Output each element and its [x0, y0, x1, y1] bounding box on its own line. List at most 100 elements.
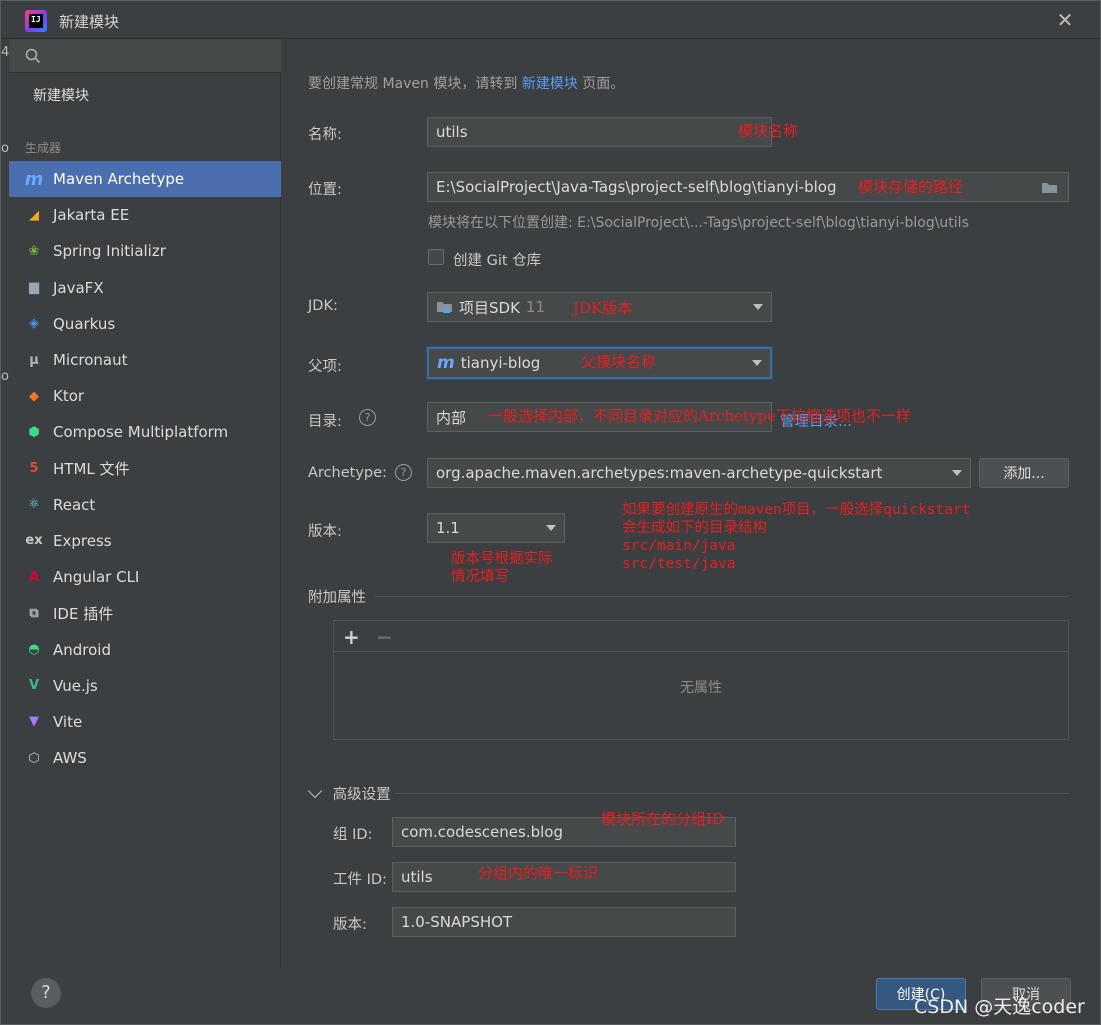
- intellij-logo-icon: IJ: [25, 10, 47, 32]
- sidebar-item[interactable]: V Vue.js: [9, 668, 281, 704]
- sidebar-item[interactable]: A Angular CLI: [9, 559, 281, 595]
- html5-icon: 5: [29, 461, 39, 477]
- sidebar-item-label: JavaFX: [53, 278, 104, 297]
- sidebar-item-label: Quarkus: [53, 314, 116, 333]
- sidebar-item[interactable]: μ Micronaut: [9, 342, 281, 378]
- folder-open-icon[interactable]: [1041, 181, 1059, 195]
- jdk-label: JDK:: [308, 298, 338, 314]
- new-module-item[interactable]: 新建模块: [33, 85, 89, 105]
- new-module-link[interactable]: 新建模块: [522, 76, 578, 92]
- chevron-down-icon: [546, 525, 556, 531]
- sidebar-item-label: Express: [53, 531, 112, 550]
- sidebar-item[interactable]: ▼ Vite: [9, 704, 281, 740]
- folder-icon: [437, 302, 452, 313]
- watermark: CSDN @天逸coder: [914, 996, 1085, 1018]
- sidebar-item[interactable]: 5 HTML 文件: [9, 451, 281, 487]
- artifact-id-value: utils: [401, 868, 433, 886]
- chevron-down-icon: [307, 783, 323, 799]
- sidebar-item-label: Maven Archetype: [53, 170, 185, 189]
- location-value: E:\SocialProject\Java-Tags\project-self\…: [436, 178, 837, 196]
- window-title: 新建模块: [59, 13, 120, 31]
- add-archetype-button[interactable]: 添加...: [979, 458, 1069, 488]
- sidebar-item[interactable]: ◆ Ktor: [9, 378, 281, 414]
- parent-value: tianyi-blog: [460, 354, 541, 372]
- sidebar-item-label: Android: [53, 640, 111, 659]
- angular-icon: A: [28, 569, 40, 585]
- sidebar-item-label: HTML 文件: [53, 460, 130, 479]
- name-field[interactable]: utils: [427, 117, 772, 147]
- close-icon[interactable]: ✕: [1053, 8, 1077, 32]
- sidebar-item-label: Spring Initializr: [53, 242, 166, 261]
- sidebar-item-label: Jakarta EE: [53, 206, 130, 225]
- annotation: 版本号根据实际 情况填写: [451, 550, 553, 586]
- version-select[interactable]: 1.1: [427, 513, 565, 543]
- vue-icon: V: [28, 678, 40, 694]
- sidebar-item-label: React: [53, 495, 96, 514]
- sidebar-item[interactable]: ex Express: [9, 523, 281, 559]
- artifact-version-field[interactable]: 1.0-SNAPSHOT: [392, 907, 736, 937]
- sidebar-item[interactable]: ▆ JavaFX: [9, 270, 281, 306]
- plugin-icon: ⧉: [29, 605, 39, 621]
- title-bar: IJ 新建模块 ✕: [1, 1, 1100, 39]
- name-label: 名称:: [308, 127, 342, 143]
- version-label: 版本:: [308, 524, 342, 540]
- advanced-label: 高级设置: [332, 787, 391, 803]
- search-input[interactable]: [9, 39, 281, 73]
- generators-label: 生成器: [25, 141, 62, 155]
- new-module-dialog: IJ 新建模块 ✕ 4. or o 新建模块 生成器 m Maven Archet…: [0, 0, 1101, 1025]
- empty-props-text: 无属性: [680, 680, 722, 696]
- group-id-value: com.codescenes.blog: [401, 823, 563, 841]
- compose-icon: ⬢: [28, 424, 40, 440]
- divider: [395, 793, 1069, 794]
- sidebar-item-label: Angular CLI: [53, 568, 140, 587]
- version-value: 1.1: [436, 519, 460, 537]
- parent-label: 父项:: [308, 359, 342, 375]
- jakarta-ee-icon: ◢: [29, 207, 39, 223]
- sidebar-item-label: Vue.js: [53, 676, 98, 695]
- sidebar-item[interactable]: ⬢ Compose Multiplatform: [9, 414, 281, 450]
- divider: [375, 596, 1069, 597]
- sidebar-item[interactable]: ◈ Quarkus: [9, 306, 281, 342]
- sidebar-item[interactable]: ◢ Jakarta EE: [9, 197, 281, 233]
- help-button[interactable]: ?: [31, 978, 61, 1008]
- sidebar-item[interactable]: ◓ Android: [9, 631, 281, 667]
- add-icon[interactable]: +: [343, 625, 360, 649]
- git-checkbox[interactable]: [428, 249, 444, 265]
- location-field[interactable]: E:\SocialProject\Java-Tags\project-self\…: [427, 172, 1069, 202]
- artifact-version-value: 1.0-SNAPSHOT: [401, 913, 513, 931]
- sidebar: 新建模块 生成器 m Maven Archetype ◢ Jakarta EE ❀ Spr…: [9, 39, 281, 969]
- help-icon[interactable]: ?: [359, 409, 376, 426]
- quarkus-icon: ◈: [29, 316, 39, 332]
- sidebar-item[interactable]: ⧉ IDE 插件: [9, 595, 281, 631]
- jdk-version: 11: [525, 298, 546, 316]
- sidebar-item[interactable]: ⚛ React: [9, 487, 281, 523]
- location-label: 位置:: [308, 182, 342, 198]
- sidebar-item-label: AWS: [53, 749, 87, 768]
- maven-icon: m: [437, 353, 455, 373]
- catalog-label: 目录:: [308, 414, 342, 430]
- sidebar-item[interactable]: m Maven Archetype: [9, 161, 281, 198]
- sidebar-item-label: Vite: [53, 712, 83, 731]
- help-icon[interactable]: ?: [395, 464, 412, 481]
- sidebar-item[interactable]: ❀ Spring Initializr: [9, 233, 281, 269]
- extra-props-label: 附加属性: [308, 590, 366, 606]
- sidebar-item-label: Compose Multiplatform: [53, 423, 229, 442]
- location-hint: 模块将在以下位置创建: E:\SocialProject\...-Tags\pr…: [428, 215, 969, 231]
- background-window-fragment: o: [1, 369, 9, 384]
- annotation-line: 如果要创建原生的maven项目，一般选择quickstart: [622, 502, 971, 518]
- sidebar-item[interactable]: ⬡ AWS: [9, 740, 281, 776]
- remove-icon[interactable]: −: [376, 625, 393, 649]
- annotation: 模块名称: [738, 122, 799, 140]
- annotation: 父模块名称: [581, 353, 657, 371]
- props-toolbar: + −: [334, 621, 1068, 652]
- annotation: 分组内的唯一标识: [478, 864, 599, 882]
- maven-hint: 要创建常规 Maven 模块，请转到 新建模块 页面。: [308, 73, 624, 93]
- annotation-line: 会生成如下的目录结构: [622, 520, 767, 536]
- archetype-select[interactable]: org.apache.maven.archetypes:maven-archet…: [427, 458, 971, 488]
- advanced-settings-toggle[interactable]: 高级设置: [307, 783, 391, 804]
- annotation: JDK版本: [573, 299, 633, 317]
- folder-icon: ▆: [29, 280, 39, 296]
- ktor-icon: ◆: [29, 388, 39, 404]
- android-icon: ◓: [28, 642, 40, 658]
- vite-icon: ▼: [29, 714, 39, 730]
